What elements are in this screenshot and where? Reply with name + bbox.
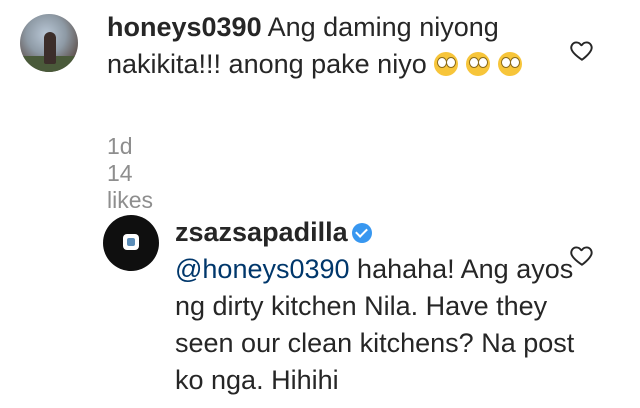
avatar-honeys0390[interactable] xyxy=(20,14,78,72)
heart-icon[interactable] xyxy=(569,242,595,268)
rolling-eyes-emoji-icon xyxy=(466,52,491,76)
comment-2-body: zsazsapadilla @honeys0390 hahaha! Ang ay… xyxy=(175,214,575,399)
avatar-logo xyxy=(123,234,139,250)
avatar-person-figure xyxy=(44,32,56,64)
rolling-eyes-emoji-icon xyxy=(498,52,523,76)
avatar-zsazsapadilla[interactable] xyxy=(103,215,159,271)
heart-icon[interactable] xyxy=(569,37,595,63)
username-link[interactable]: honeys0390 xyxy=(107,12,262,42)
verified-badge-icon xyxy=(351,223,372,243)
mention-link[interactable]: @honeys0390 xyxy=(175,254,350,284)
comment-1-body: honeys0390 Ang daming niyong nakikita!!!… xyxy=(107,9,577,83)
likes-count[interactable]: 14 likes xyxy=(107,160,153,213)
comment-age[interactable]: 1d xyxy=(107,133,133,159)
username-link[interactable]: zsazsapadilla xyxy=(175,217,348,247)
comment-1-meta: 1d 14 likes xyxy=(107,133,177,214)
rolling-eyes-emoji-icon xyxy=(434,52,459,76)
